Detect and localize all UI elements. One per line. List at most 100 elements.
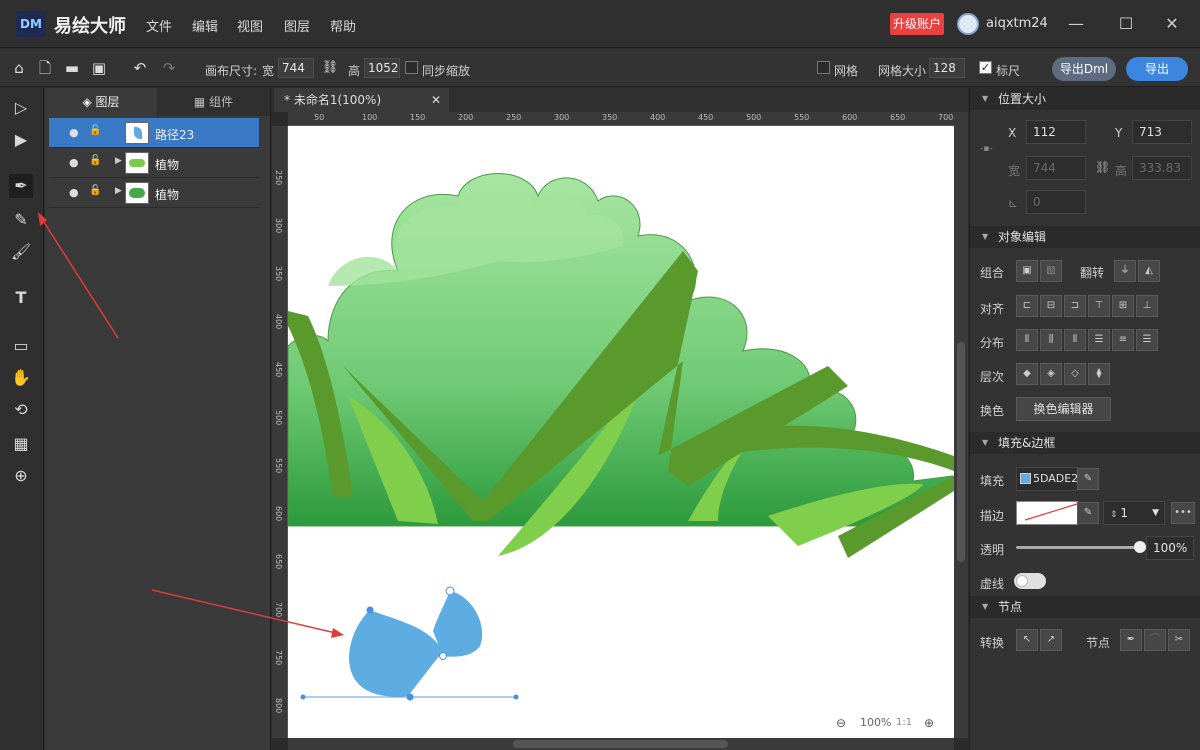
stroke-color-swatch[interactable] — [1016, 501, 1078, 525]
distribute-left-icon[interactable]: ⫴ — [1016, 329, 1038, 351]
canvas-width-input[interactable]: 744 — [278, 58, 314, 78]
control-handle[interactable] — [300, 694, 306, 700]
canvas-height-input[interactable]: 1052 — [364, 58, 400, 78]
save-icon[interactable]: ▣ — [90, 59, 108, 77]
align-left-icon[interactable]: ⊏ — [1016, 295, 1038, 317]
vertical-scrollbar[interactable] — [954, 112, 968, 738]
lock-icon[interactable]: 🔓 — [89, 125, 101, 136]
direct-select-icon[interactable]: ▶ — [9, 128, 33, 152]
visibility-eye-icon[interactable]: ● — [69, 186, 79, 199]
more-options-icon[interactable]: ••• — [1171, 502, 1195, 524]
username[interactable]: aiqxtm24 — [986, 16, 1048, 31]
document-tab[interactable]: * 未命名1(100%) ✕ — [274, 88, 449, 112]
grid-size-input[interactable]: 128 — [929, 58, 965, 78]
horizontal-scrollbar[interactable] — [288, 738, 954, 750]
control-handle[interactable] — [513, 694, 519, 700]
drawing-canvas[interactable] — [288, 126, 954, 738]
close-button[interactable]: ✕ — [1160, 12, 1184, 36]
opacity-slider-track[interactable] — [1016, 546, 1140, 549]
bring-to-front-icon[interactable]: ◆ — [1016, 363, 1038, 385]
new-file-icon[interactable]: 🗋 — [36, 59, 54, 77]
gradient-icon[interactable]: ▦ — [9, 432, 33, 456]
redo-icon[interactable]: ↷ — [160, 59, 178, 77]
section-object-edit[interactable]: ▼ 对象编辑 — [970, 226, 1200, 248]
distribute-bottom-icon[interactable]: ☰ — [1136, 329, 1158, 351]
width-input[interactable]: 744 — [1026, 156, 1086, 180]
opacity-slider-handle[interactable] — [1134, 541, 1146, 553]
layer-item[interactable]: ● 🔓 ▶ 植物 — [49, 148, 259, 178]
bring-forward-icon[interactable]: ◈ — [1040, 363, 1062, 385]
distribute-center-h-icon[interactable]: ⫼ — [1040, 329, 1062, 351]
undo-icon[interactable]: ↶ — [131, 59, 149, 77]
x-input[interactable]: 112 — [1026, 120, 1086, 144]
send-backward-icon[interactable]: ◇ — [1064, 363, 1086, 385]
distribute-top-icon[interactable]: ☰ — [1088, 329, 1110, 351]
zoom-icon[interactable]: ⊕ — [9, 464, 33, 488]
align-center-h-icon[interactable]: ⊟ — [1040, 295, 1062, 317]
stepper-icon[interactable]: ⇕ — [1110, 510, 1120, 520]
sync-scale-checkbox[interactable] — [405, 61, 418, 74]
align-bottom-icon[interactable]: ⊥ — [1136, 295, 1158, 317]
open-folder-icon[interactable]: ▬ — [63, 59, 81, 77]
path-node[interactable] — [445, 586, 455, 596]
menu-edit[interactable]: 编辑 — [192, 16, 218, 35]
canvas-area[interactable] — [288, 126, 954, 738]
flip-vertical-icon[interactable]: ⏚ — [1114, 260, 1136, 282]
path-node[interactable] — [406, 693, 414, 701]
visibility-eye-icon[interactable]: ● — [69, 126, 79, 139]
pen-icon[interactable]: ✒ — [9, 174, 33, 198]
grid-checkbox[interactable] — [817, 61, 830, 74]
layer-item[interactable]: ● 🔓 路径23 — [49, 118, 259, 148]
tab-components[interactable]: ▦ 组件 — [157, 88, 270, 116]
tab-layers[interactable]: ◈ 图层 — [45, 88, 157, 116]
fill-eyedropper-icon[interactable]: ✎ — [1077, 468, 1099, 490]
zoom-ratio[interactable]: 1:1 — [896, 717, 912, 728]
aspect-link-icon[interactable]: ⛓ — [1095, 160, 1110, 174]
expand-arrow-icon[interactable]: ▶ — [115, 186, 122, 196]
angle-input[interactable]: 0 — [1026, 190, 1086, 214]
align-middle-icon[interactable]: ⊞ — [1112, 295, 1134, 317]
stroke-eyedropper-icon[interactable]: ✎ — [1077, 502, 1099, 524]
stroke-width-select[interactable]: ⇕ 1 ▼ — [1103, 501, 1165, 525]
section-nodes[interactable]: ▼ 节点 — [970, 596, 1200, 618]
anchor-icon[interactable]: -▪- — [980, 144, 993, 154]
path-node[interactable] — [366, 606, 374, 614]
unlink-icon[interactable]: ⛓ — [321, 59, 339, 77]
rotate-icon[interactable]: ⟲ — [9, 398, 33, 422]
export-button[interactable]: 导出 — [1126, 57, 1188, 81]
fill-color-swatch[interactable] — [1020, 473, 1031, 484]
text-icon[interactable]: T — [9, 286, 33, 310]
lock-icon[interactable]: 🔓 — [89, 155, 101, 166]
lock-icon[interactable]: 🔓 — [89, 185, 101, 196]
delete-node-icon[interactable]: ⌒ — [1144, 629, 1166, 651]
dash-toggle[interactable] — [1014, 573, 1046, 589]
home-icon[interactable]: ⌂ — [10, 59, 28, 77]
align-top-icon[interactable]: ⊤ — [1088, 295, 1110, 317]
group-icon[interactable]: ▣ — [1016, 260, 1038, 282]
fill-color-input[interactable]: 5DADE2 — [1016, 467, 1078, 491]
zoom-out-icon[interactable]: ⊖ — [836, 716, 846, 730]
menu-file[interactable]: 文件 — [146, 16, 172, 35]
layer-item[interactable]: ● 🔓 ▶ 植物 — [49, 178, 259, 208]
smooth-node-icon[interactable]: ↗ — [1040, 629, 1062, 651]
upgrade-account-button[interactable]: 升级账户 — [890, 13, 944, 35]
export-dml-button[interactable]: 导出Dml — [1052, 57, 1116, 81]
visibility-eye-icon[interactable]: ● — [69, 156, 79, 169]
section-position-size[interactable]: ▼ 位置大小 — [970, 88, 1200, 110]
section-fill-stroke[interactable]: ▼ 填充&边框 — [970, 432, 1200, 454]
distribute-middle-icon[interactable]: ≡ — [1112, 329, 1134, 351]
minimize-button[interactable]: — — [1064, 12, 1088, 36]
recolor-editor-button[interactable]: 换色编辑器 — [1016, 397, 1111, 421]
avatar[interactable] — [957, 13, 979, 35]
horizontal-scroll-thumb[interactable] — [513, 740, 728, 748]
pen-edit-icon[interactable]: ✎ — [9, 208, 33, 232]
hand-icon[interactable]: ✋ — [9, 366, 33, 390]
select-arrow-icon[interactable]: ▷ — [9, 96, 33, 120]
rectangle-icon[interactable]: ▭ — [9, 334, 33, 358]
expand-arrow-icon[interactable]: ▶ — [115, 156, 122, 166]
ruler-checkbox[interactable]: ✓ — [979, 61, 992, 74]
vertical-scroll-thumb[interactable] — [957, 342, 965, 562]
path-node[interactable] — [439, 652, 447, 660]
brush-icon[interactable]: 🖌 — [9, 240, 33, 264]
opacity-input[interactable]: 100% — [1146, 536, 1194, 560]
